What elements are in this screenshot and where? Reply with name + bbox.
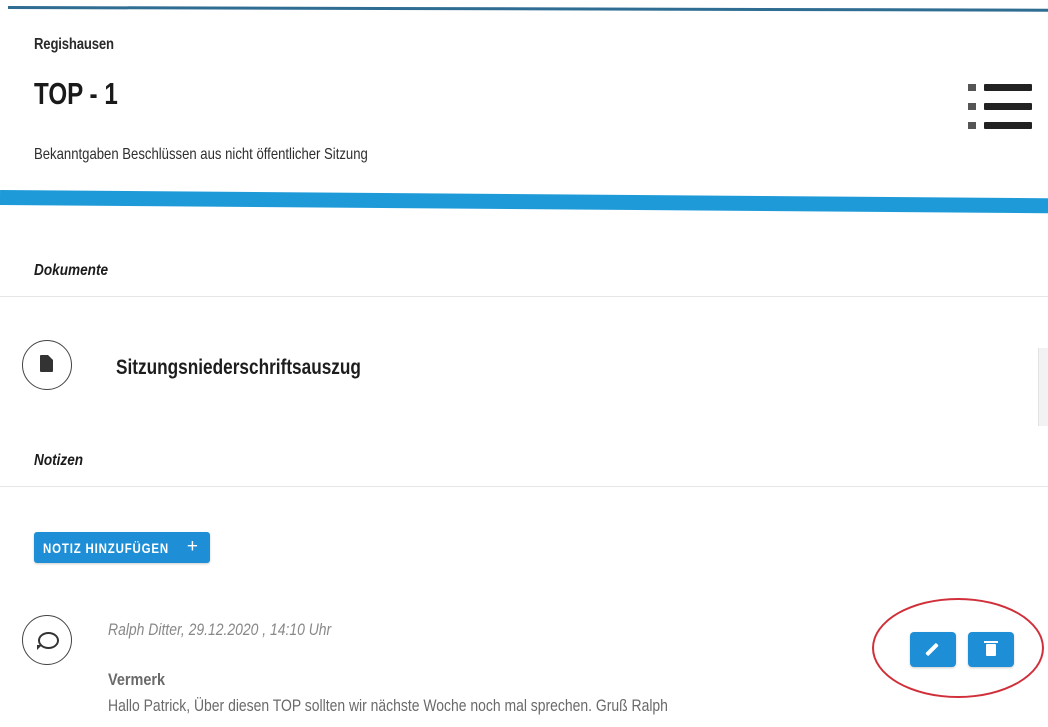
section-title-notizen: Notizen <box>34 452 84 469</box>
section-title-dokumente: Dokumente <box>34 262 109 279</box>
delete-note-button[interactable] <box>968 632 1014 667</box>
add-note-label: NOTIZ HINZUFÜGEN <box>43 540 169 556</box>
note-title: Vermerk <box>108 670 166 689</box>
pencil-icon <box>925 642 939 657</box>
divider <box>0 486 1048 487</box>
note-text: Hallo Patrick, Über diesen TOP sollten w… <box>108 696 668 715</box>
document-item[interactable]: Sitzungsniederschriftsauszug <box>0 308 1048 433</box>
organization-name: Regishausen <box>34 36 114 53</box>
trash-icon <box>984 641 998 656</box>
note-item: Ralph Ditter, 29.12.2020 , 14:10 Uhr Ver… <box>0 608 1048 727</box>
note-meta: Ralph Ditter, 29.12.2020 , 14:10 Uhr <box>108 620 332 639</box>
document-icon <box>22 340 72 390</box>
page-title: TOP - 1 <box>34 76 118 111</box>
document-name[interactable]: Sitzungsniederschriftsauszug <box>116 356 361 380</box>
comment-icon <box>22 615 72 665</box>
edit-note-button[interactable] <box>910 632 956 667</box>
scrollbar[interactable] <box>1038 348 1048 426</box>
page-subtitle: Bekanntgaben Beschlüssen aus nicht öffen… <box>34 146 368 163</box>
add-note-button[interactable]: NOTIZ HINZUFÜGEN + <box>34 532 210 563</box>
accent-band <box>0 190 1048 214</box>
list-menu-icon[interactable] <box>968 80 1034 134</box>
header-top-line <box>7 6 1048 12</box>
divider <box>0 296 1048 297</box>
plus-icon: + <box>186 536 198 557</box>
